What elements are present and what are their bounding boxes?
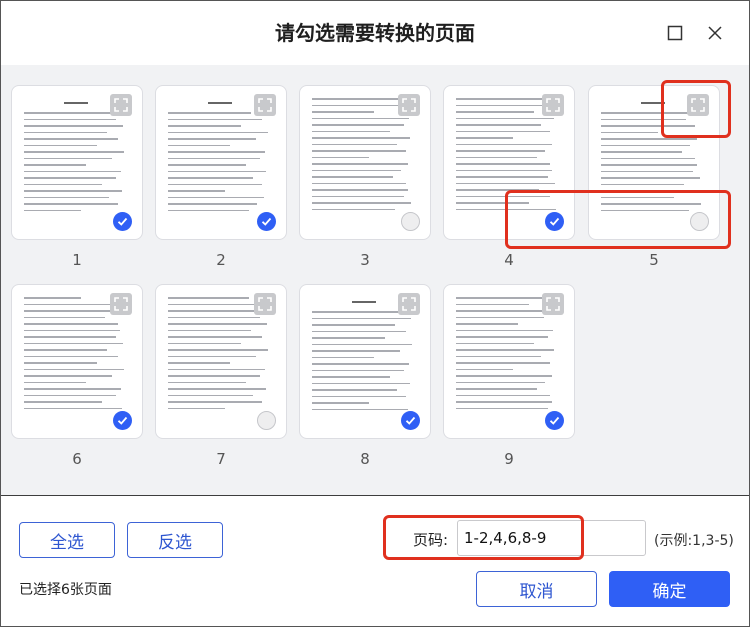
page-number: 4 xyxy=(504,251,514,269)
check-icon xyxy=(405,416,416,425)
invert-selection-button[interactable]: 反选 xyxy=(127,522,223,558)
page-thumbnail[interactable] xyxy=(11,85,143,240)
check-icon xyxy=(117,217,128,226)
selected-count: 已选择6张页面 xyxy=(19,582,112,598)
page-thumbnail[interactable] xyxy=(299,85,431,240)
page-thumbnail[interactable] xyxy=(155,85,287,240)
page-number: 6 xyxy=(72,450,82,468)
check-icon xyxy=(261,217,272,226)
page-checkbox-checked[interactable] xyxy=(545,212,564,231)
convert-pages-dialog: 请勾选需要转换的页面 1 2 3 4 5 6 7 8 9 全选 反选 已选择6张页面 页码: (… xyxy=(0,0,750,627)
page-number: 1 xyxy=(72,251,82,269)
page-number: 9 xyxy=(504,450,514,468)
expand-icon xyxy=(114,297,128,311)
expand-icon xyxy=(546,297,560,311)
page-checkbox-checked[interactable] xyxy=(113,212,132,231)
expand-preview-button[interactable] xyxy=(687,94,709,116)
page-range-label: 页码: xyxy=(413,531,449,549)
page-thumbnail[interactable] xyxy=(155,284,287,439)
page-range-hint: (示例:1,3-5) xyxy=(654,533,734,549)
page-checkbox-checked[interactable] xyxy=(113,411,132,430)
expand-icon xyxy=(258,98,272,112)
page-thumbnail[interactable] xyxy=(443,284,575,439)
expand-icon xyxy=(258,297,272,311)
expand-preview-button[interactable] xyxy=(398,94,420,116)
expand-preview-button[interactable] xyxy=(254,94,276,116)
page-thumbnail-grid: 1 2 3 4 5 6 7 8 9 xyxy=(1,65,749,495)
confirm-button[interactable]: 确定 xyxy=(609,571,730,607)
page-number: 5 xyxy=(649,251,659,269)
dialog-title: 请勾选需要转换的页面 xyxy=(275,21,475,45)
expand-preview-button[interactable] xyxy=(110,94,132,116)
page-number: 8 xyxy=(360,450,370,468)
expand-icon xyxy=(546,98,560,112)
page-thumbnail[interactable] xyxy=(443,85,575,240)
check-icon xyxy=(549,416,560,425)
expand-icon xyxy=(402,98,416,112)
page-thumbnail[interactable] xyxy=(299,284,431,439)
close-button[interactable] xyxy=(701,19,729,47)
footer-divider xyxy=(1,495,749,496)
expand-icon xyxy=(402,297,416,311)
cancel-button[interactable]: 取消 xyxy=(476,571,597,607)
page-checkbox-checked[interactable] xyxy=(545,411,564,430)
close-icon xyxy=(708,26,722,40)
expand-preview-button[interactable] xyxy=(398,293,420,315)
page-thumbnail[interactable] xyxy=(588,85,720,240)
page-checkbox-unchecked[interactable] xyxy=(257,411,276,430)
expand-preview-button[interactable] xyxy=(542,293,564,315)
page-checkbox-unchecked[interactable] xyxy=(690,212,709,231)
page-checkbox-checked[interactable] xyxy=(257,212,276,231)
page-number: 3 xyxy=(360,251,370,269)
expand-icon xyxy=(691,98,705,112)
expand-icon xyxy=(114,98,128,112)
check-icon xyxy=(117,416,128,425)
check-icon xyxy=(549,217,560,226)
page-number: 7 xyxy=(216,450,226,468)
page-thumbnail[interactable] xyxy=(11,284,143,439)
dialog-header: 请勾选需要转换的页面 xyxy=(1,1,749,65)
select-all-button[interactable]: 全选 xyxy=(19,522,115,558)
maximize-button[interactable] xyxy=(661,19,689,47)
page-checkbox-unchecked[interactable] xyxy=(401,212,420,231)
page-range-input[interactable] xyxy=(457,520,646,556)
maximize-icon xyxy=(667,25,683,41)
expand-preview-button[interactable] xyxy=(542,94,564,116)
expand-preview-button[interactable] xyxy=(254,293,276,315)
expand-preview-button[interactable] xyxy=(110,293,132,315)
page-number: 2 xyxy=(216,251,226,269)
page-checkbox-checked[interactable] xyxy=(401,411,420,430)
